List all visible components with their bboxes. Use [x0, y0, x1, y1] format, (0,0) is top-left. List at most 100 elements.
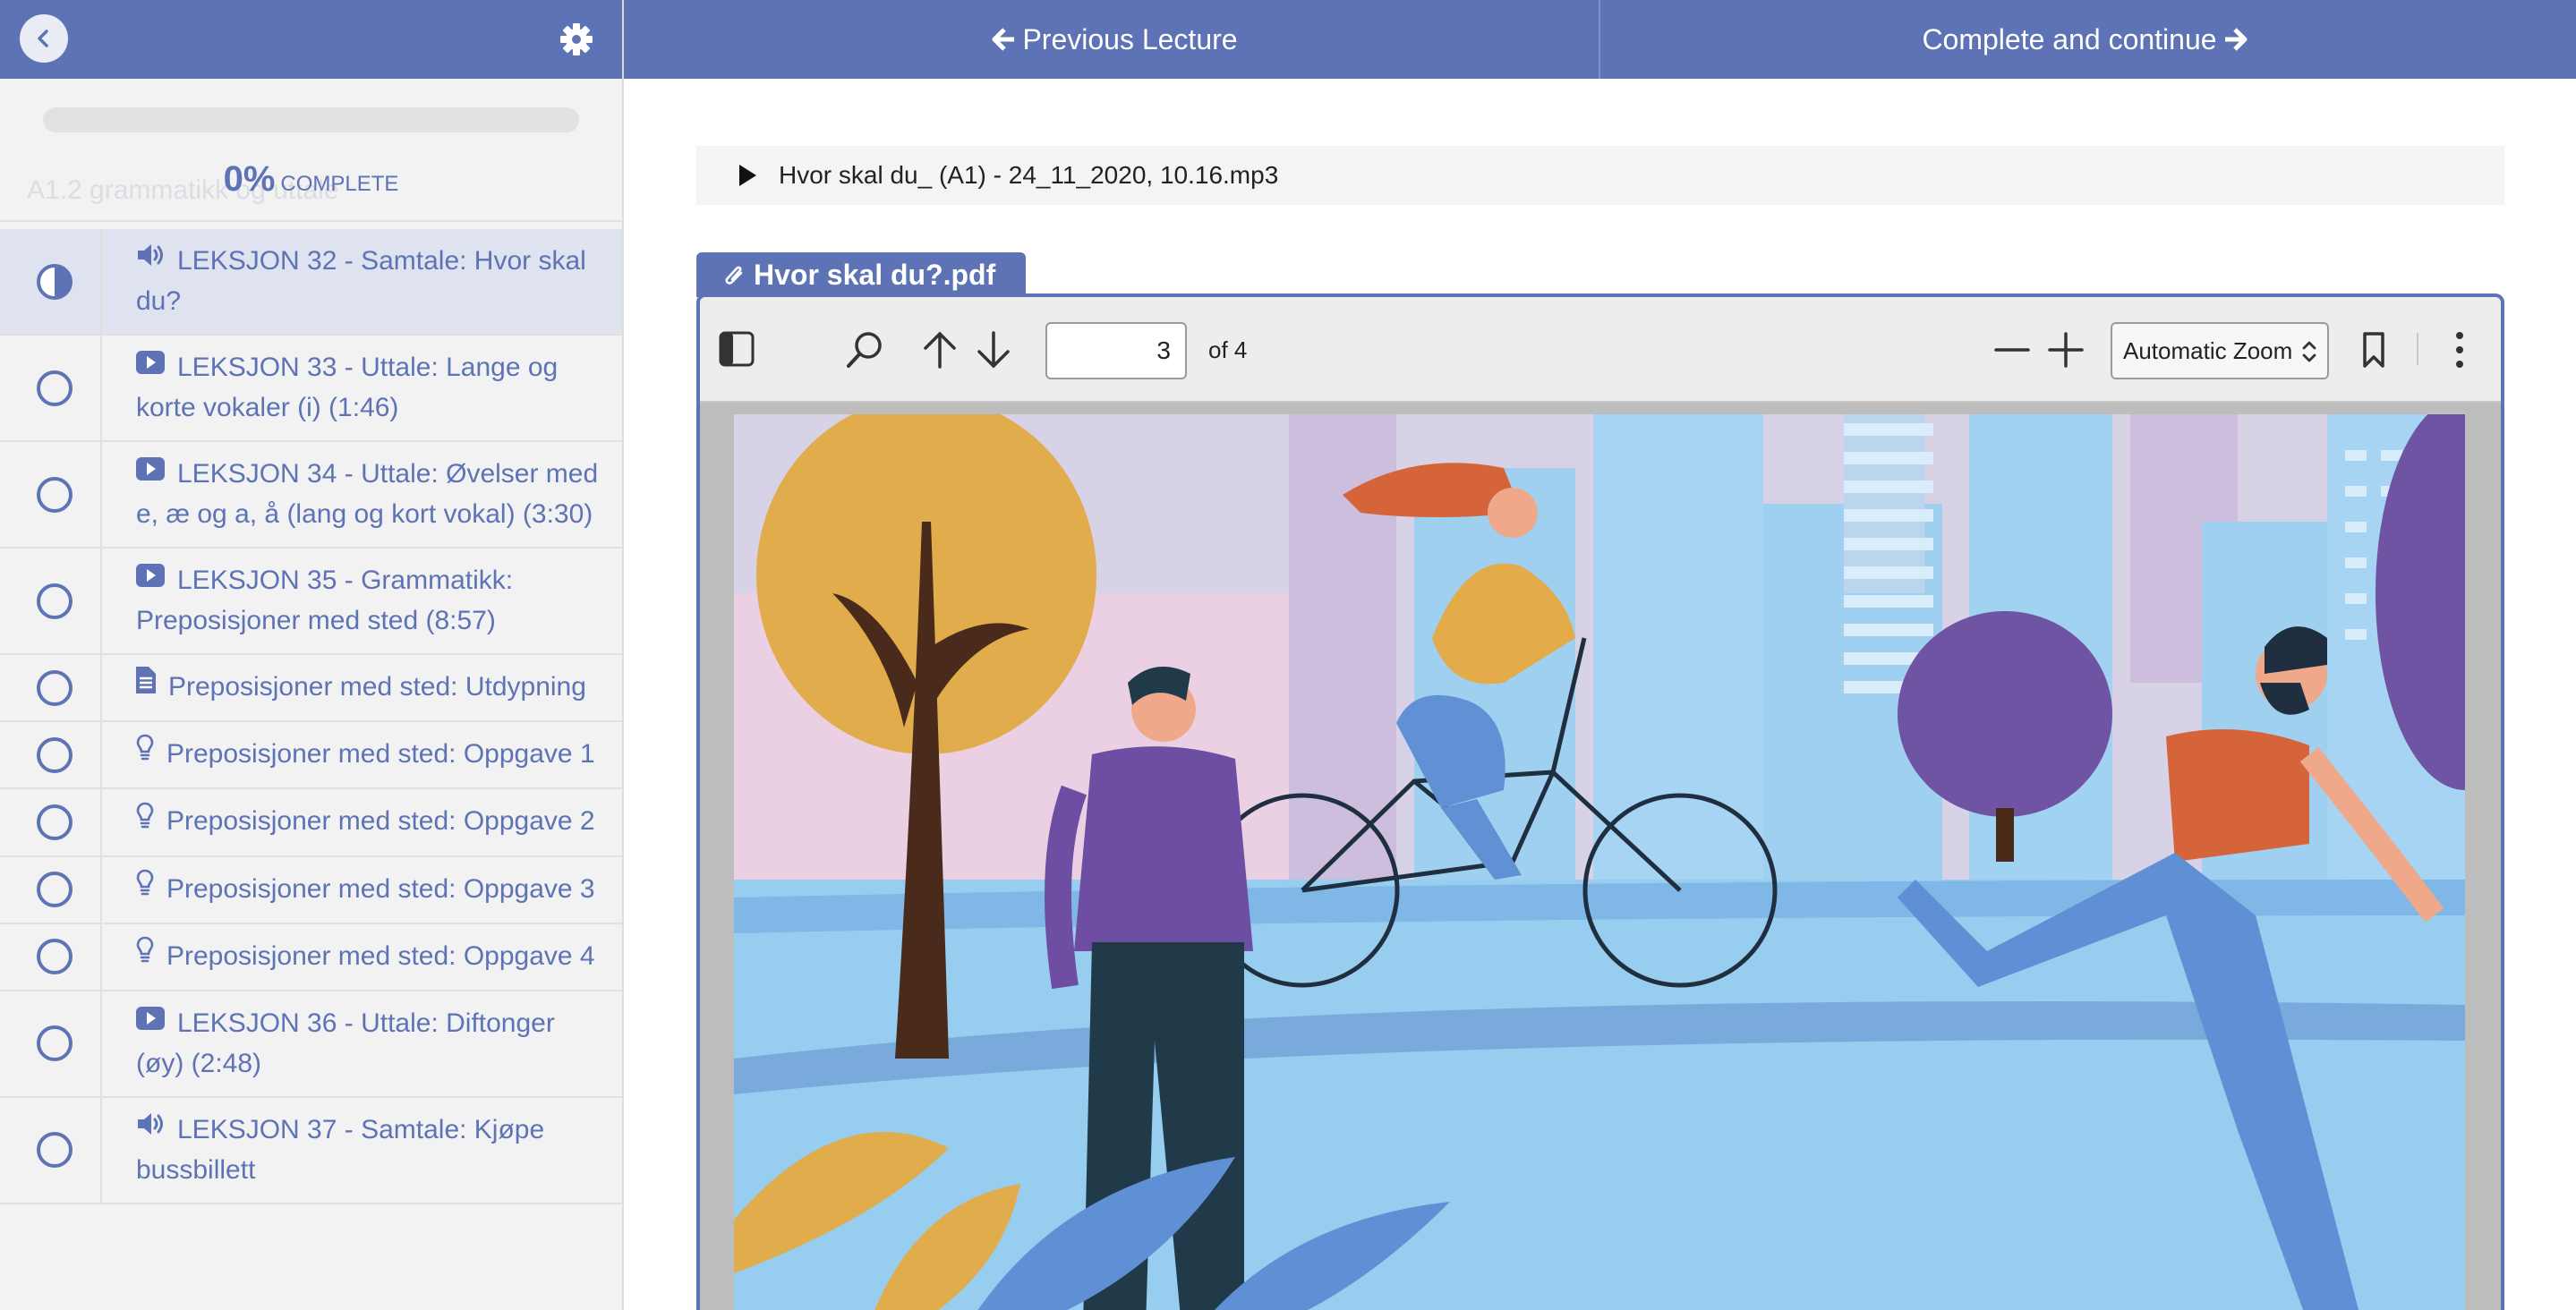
lecture-link[interactable]: Preposisjoner med sted: Oppgave 2 — [102, 789, 622, 855]
course-sidebar: A1.2 grammatikk og uttale 0% COMPLETE LEK… — [0, 0, 624, 1310]
attachment-title[interactable]: Hvor skal du?.pdf — [696, 252, 1026, 297]
previous-lecture-label: Previous Lecture — [1022, 22, 1238, 55]
lecture-title: LEKSJON 36 - Uttale: Diftonger (øy) (2:4… — [136, 1008, 555, 1078]
sidebar-toggle-icon[interactable] — [718, 330, 755, 368]
lecture-link[interactable]: LEKSJON 34 - Uttale: Øvelser med e, æ og… — [102, 442, 622, 547]
circle-icon — [37, 872, 73, 908]
lecture-title: LEKSJON 32 - Samtale: Hvor skal du? — [136, 246, 586, 317]
toolbar-separator — [2417, 333, 2418, 365]
circle-icon — [37, 736, 73, 773]
lecture-title: LEKSJON 34 - Uttale: Øvelser med e, æ og… — [136, 459, 599, 530]
lecture-status — [0, 442, 102, 548]
progress-label: 0% COMPLETE — [0, 159, 622, 200]
lecture-item[interactable]: Preposisjoner med sted: Oppgave 4 — [0, 923, 622, 991]
lightbulb-icon — [136, 733, 154, 772]
lecture-link[interactable]: LEKSJON 32 - Samtale: Hvor skal du? — [102, 229, 622, 334]
lecture-item[interactable]: LEKSJON 32 - Samtale: Hvor skal du? — [0, 229, 622, 336]
course-player: A1.2 grammatikk og uttale 0% COMPLETE LEK… — [0, 0, 2576, 1310]
progress-percent: 0% — [223, 159, 276, 199]
lecture-item[interactable]: LEKSJON 33 - Uttale: Lange og korte voka… — [0, 336, 622, 443]
arrow-left-icon — [992, 28, 1015, 51]
circle-icon — [37, 583, 73, 619]
lecture-status — [0, 991, 102, 1096]
pdf-viewer: 3 of 4 Automatic Zoom — [696, 293, 2504, 1310]
circle-icon — [37, 1025, 73, 1062]
lecture-title: Preposisjoner med sted: Oppgave 2 — [166, 806, 595, 837]
previous-lecture-button[interactable]: Previous Lecture — [624, 0, 1600, 79]
lecture-status — [0, 549, 102, 654]
attachment-file-name: Hvor skal du?.pdf — [754, 258, 996, 291]
audio-icon — [136, 240, 165, 279]
lecture-link[interactable]: Preposisjoner med sted: Oppgave 3 — [102, 857, 622, 923]
lightbulb-icon — [136, 935, 154, 974]
lecture-title: LEKSJON 35 - Grammatikk: Preposisjoner m… — [136, 566, 514, 636]
lecture-item[interactable]: LEKSJON 35 - Grammatikk: Preposisjoner m… — [0, 549, 622, 656]
lecture-link[interactable]: LEKSJON 35 - Grammatikk: Preposisjoner m… — [102, 549, 622, 653]
half-circle-icon — [37, 263, 73, 300]
chevron-left-icon — [38, 30, 48, 47]
lecture-link[interactable]: LEKSJON 37 - Samtale: Kjøpe bussbillett — [102, 1098, 622, 1203]
lecture-link[interactable]: Preposisjoner med sted: Oppgave 1 — [102, 722, 622, 787]
complete-and-continue-button[interactable]: Complete and continue — [1600, 0, 2576, 79]
lecture-status — [0, 229, 102, 335]
gear-icon — [560, 23, 593, 55]
video-icon — [136, 453, 165, 492]
circle-icon — [37, 939, 73, 975]
circle-icon — [37, 1132, 73, 1169]
circle-icon — [37, 476, 73, 513]
lecture-item[interactable]: Preposisjoner med sted: Utdypning — [0, 655, 622, 723]
circle-icon — [37, 669, 73, 706]
arrow-down-icon[interactable] — [974, 330, 1013, 370]
lecture-title: Preposisjoner med sted: Utdypning — [168, 672, 586, 702]
lecture-item[interactable]: Preposisjoner med sted: Oppgave 2 — [0, 789, 622, 857]
lecture-title: LEKSJON 33 - Uttale: Lange og korte voka… — [136, 353, 559, 423]
lightbulb-icon — [136, 868, 154, 907]
bookmark-icon[interactable] — [2358, 330, 2390, 370]
lecture-status — [0, 336, 102, 441]
lecture-link[interactable]: LEKSJON 33 - Uttale: Lange og korte voka… — [102, 336, 622, 440]
video-icon — [136, 559, 165, 599]
page-number-input[interactable]: 3 — [1045, 322, 1187, 379]
lecture-status — [0, 1097, 102, 1203]
lecture-status — [0, 655, 102, 721]
city-park-illustration — [734, 414, 2465, 1310]
lecture-item[interactable]: Preposisjoner med sted: Oppgave 1 — [0, 722, 622, 790]
lecture-title: LEKSJON 37 - Samtale: Kjøpe bussbillett — [136, 1114, 545, 1185]
lecture-item[interactable]: Preposisjoner med sted: Oppgave 3 — [0, 856, 622, 924]
lecture-link[interactable]: Preposisjoner med sted: Utdypning — [102, 655, 622, 720]
back-button[interactable] — [20, 14, 68, 63]
zoom-in-icon[interactable] — [2046, 330, 2086, 370]
circle-icon — [37, 370, 73, 406]
lecture-item[interactable]: LEKSJON 36 - Uttale: Diftonger (øy) (2:4… — [0, 991, 622, 1098]
lecture-title: Preposisjoner med sted: Oppgave 4 — [166, 940, 595, 971]
lecture-status — [0, 856, 102, 923]
search-icon[interactable] — [845, 330, 884, 370]
progress-bar — [43, 107, 579, 132]
lecture-item[interactable]: LEKSJON 34 - Uttale: Øvelser med e, æ og… — [0, 442, 622, 549]
lecture-item[interactable]: LEKSJON 37 - Samtale: Kjøpe bussbillett — [0, 1097, 622, 1204]
settings-button[interactable] — [557, 20, 596, 59]
lecture-title: Preposisjoner med sted: Oppgave 1 — [166, 739, 595, 770]
lightbulb-icon — [136, 801, 154, 840]
lecture-status — [0, 789, 102, 855]
arrow-up-icon[interactable] — [920, 330, 960, 370]
page-total: of 4 — [1208, 336, 1248, 363]
video-icon — [136, 1002, 165, 1042]
zoom-select[interactable]: Automatic Zoom — [2111, 322, 2329, 379]
audio-icon — [136, 1109, 165, 1148]
sidebar-header — [0, 0, 622, 79]
pdf-toolbar: 3 of 4 Automatic Zoom — [700, 297, 2501, 403]
select-arrows-icon — [2302, 341, 2316, 362]
play-icon[interactable] — [738, 164, 757, 187]
lecture-link[interactable]: LEKSJON 36 - Uttale: Diftonger (øy) (2:4… — [102, 991, 622, 1096]
lecture-link[interactable]: Preposisjoner med sted: Oppgave 4 — [102, 924, 622, 990]
paperclip-icon — [725, 266, 743, 285]
lecture-status — [0, 722, 102, 788]
lecture-status — [0, 923, 102, 990]
text-icon — [136, 666, 156, 705]
audio-player: Hvor skal du_ (A1) - 24_11_2020, 10.16.m… — [696, 146, 2504, 205]
course-progress: A1.2 grammatikk og uttale 0% COMPLETE — [0, 79, 622, 222]
zoom-select-value: Automatic Zoom — [2123, 337, 2293, 364]
more-options-icon[interactable] — [2451, 330, 2469, 370]
zoom-out-icon[interactable] — [1992, 330, 2032, 370]
